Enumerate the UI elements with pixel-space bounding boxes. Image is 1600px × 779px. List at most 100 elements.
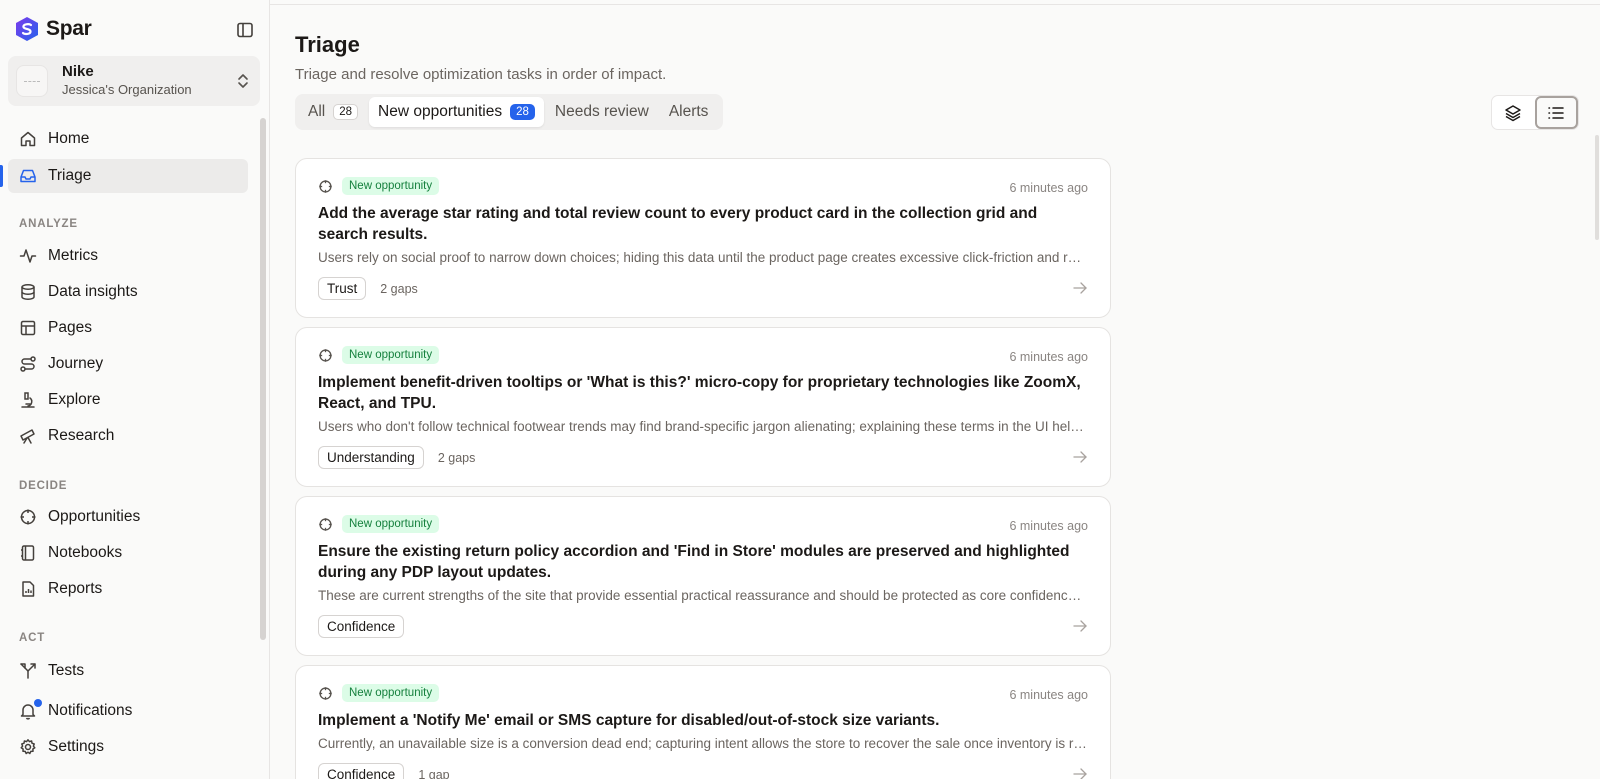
opportunity-card[interactable]: New opportunity 6 minutes ago Implement … xyxy=(295,665,1111,779)
opportunity-card[interactable]: New opportunity 6 minutes ago Add the av… xyxy=(295,158,1111,318)
org-switcher[interactable]: Nike Jessica's Organization xyxy=(8,56,260,106)
gap-count: 2 gaps xyxy=(380,281,418,296)
route-icon xyxy=(20,356,36,372)
sidebar-item-label: Tests xyxy=(48,662,85,679)
tab-new-opportunities[interactable]: New opportunities 28 xyxy=(369,97,544,127)
sidebar-item-label: Settings xyxy=(48,738,105,755)
card-title: Ensure the existing return policy accord… xyxy=(318,543,1070,581)
timestamp: 6 minutes ago xyxy=(1009,688,1088,702)
sidebar-item-metrics[interactable]: Metrics xyxy=(8,239,248,273)
sidebar-item-label: Home xyxy=(48,130,90,147)
sidebar-item-label: Research xyxy=(48,427,115,444)
tab-label: All xyxy=(308,103,326,120)
timestamp: 6 minutes ago xyxy=(1009,181,1088,195)
main-scrollbar[interactable] xyxy=(1595,135,1599,240)
sidebar-item-opportunities[interactable]: Opportunities xyxy=(8,500,248,534)
sidebar-item-research[interactable]: Research xyxy=(8,419,248,453)
gap-count: 2 gaps xyxy=(437,450,476,465)
triage-tabs: All 28 New opportunities 28 Needs review… xyxy=(295,94,724,130)
list-view-button[interactable] xyxy=(1534,96,1578,129)
notification-dot xyxy=(34,699,42,707)
tab-all[interactable]: All 28 xyxy=(299,97,367,127)
sidebar-item-label: Journey xyxy=(48,355,104,372)
status-badge: New opportunity xyxy=(342,515,440,533)
layout-icon xyxy=(20,320,36,336)
sidebar-item-notifications[interactable]: Notifications xyxy=(8,694,248,728)
org-name: Nike xyxy=(62,63,94,80)
card-title: Implement benefit-driven tooltips or 'Wh… xyxy=(318,374,1081,412)
section-label-decide: DECIDE xyxy=(19,480,68,492)
notebook-icon xyxy=(21,545,35,561)
database-icon xyxy=(21,284,35,300)
chevron-updown-icon xyxy=(238,74,248,88)
list-icon xyxy=(1548,106,1565,119)
opportunity-card[interactable]: New opportunity 6 minutes ago Implement … xyxy=(295,327,1111,487)
category-tag: Trust xyxy=(318,277,367,300)
view-toggle xyxy=(1491,95,1579,130)
category-tag: Confidence xyxy=(318,615,405,638)
crosshair-icon xyxy=(319,686,332,700)
card-title: Implement a 'Notify Me' email or SMS cap… xyxy=(318,712,940,729)
brand[interactable]: Spar xyxy=(14,16,92,42)
card-description: Users who don't follow technical footwea… xyxy=(318,419,1088,434)
sidebar-item-data-insights[interactable]: Data insights xyxy=(8,275,248,309)
org-subtitle: Jessica's Organization xyxy=(62,82,192,97)
sidebar-item-label: Triage xyxy=(48,167,92,184)
category-tag: Understanding xyxy=(318,446,424,469)
report-icon xyxy=(22,581,35,597)
activity-icon xyxy=(19,249,37,263)
microscope-icon xyxy=(21,392,35,408)
sidebar-item-label: Explore xyxy=(48,391,101,408)
crosshair-icon xyxy=(20,509,36,525)
telescope-icon xyxy=(20,429,35,444)
sidebar-item-pages[interactable]: Pages xyxy=(8,311,248,345)
sidebar-scrollbar[interactable] xyxy=(260,118,266,640)
gap-count: 1 gap xyxy=(418,767,450,779)
tab-label: Alerts xyxy=(668,103,709,120)
sidebar-item-label: Notebooks xyxy=(48,544,123,561)
spar-logo-icon xyxy=(16,17,38,41)
opportunity-card[interactable]: New opportunity 6 minutes ago Ensure the… xyxy=(295,496,1111,656)
arrow-right-icon xyxy=(1073,768,1087,779)
arrow-right-icon xyxy=(1073,282,1087,294)
section-label-act: ACT xyxy=(19,632,46,644)
card-description: These are current strengths of the site … xyxy=(318,588,1088,603)
home-icon xyxy=(20,131,36,147)
split-icon xyxy=(20,663,36,679)
sidebar-item-home[interactable]: Home xyxy=(8,122,248,156)
sidebar-item-journey[interactable]: Journey xyxy=(8,347,248,381)
status-badge: New opportunity xyxy=(342,177,440,195)
layers-icon xyxy=(1505,104,1522,121)
sidebar-item-explore[interactable]: Explore xyxy=(8,383,248,417)
tab-alerts[interactable]: Alerts xyxy=(660,97,718,127)
brand-name: Spar xyxy=(46,17,92,40)
tab-label: Needs review xyxy=(554,103,649,120)
status-badge: New opportunity xyxy=(342,684,440,702)
sidebar-item-reports[interactable]: Reports xyxy=(8,572,248,606)
tab-needs-review[interactable]: Needs review xyxy=(546,97,658,127)
tab-count: 28 xyxy=(333,104,359,120)
arrow-right-icon xyxy=(1073,620,1087,632)
crosshair-icon xyxy=(319,179,332,193)
sidebar-item-label: Reports xyxy=(48,580,103,597)
card-description: Users rely on social proof to narrow dow… xyxy=(318,250,1088,265)
crosshair-icon xyxy=(319,517,332,531)
gear-icon xyxy=(20,739,36,755)
sidebar-item-settings[interactable]: Settings xyxy=(8,730,248,764)
sidebar: Spar Nike Jessica's Organization Home Tr… xyxy=(0,0,270,779)
crosshair-icon xyxy=(319,348,332,362)
sidebar-item-tests[interactable]: Tests xyxy=(8,654,248,688)
org-avatar xyxy=(16,65,48,97)
top-divider xyxy=(270,4,1600,5)
arrow-right-icon xyxy=(1073,451,1087,463)
inbox-icon xyxy=(20,169,36,183)
timestamp: 6 minutes ago xyxy=(1009,350,1088,364)
sidebar-item-triage[interactable]: Triage xyxy=(0,159,248,193)
card-title: Add the average star rating and total re… xyxy=(318,205,1038,243)
stacked-view-button[interactable] xyxy=(1492,96,1535,129)
sidebar-toggle-icon[interactable] xyxy=(236,21,254,39)
sidebar-item-notebooks[interactable]: Notebooks xyxy=(8,536,248,570)
page-subtitle: Triage and resolve optimization tasks in… xyxy=(295,66,667,83)
sidebar-item-label: Metrics xyxy=(48,247,98,264)
sidebar-item-label: Pages xyxy=(48,319,92,336)
